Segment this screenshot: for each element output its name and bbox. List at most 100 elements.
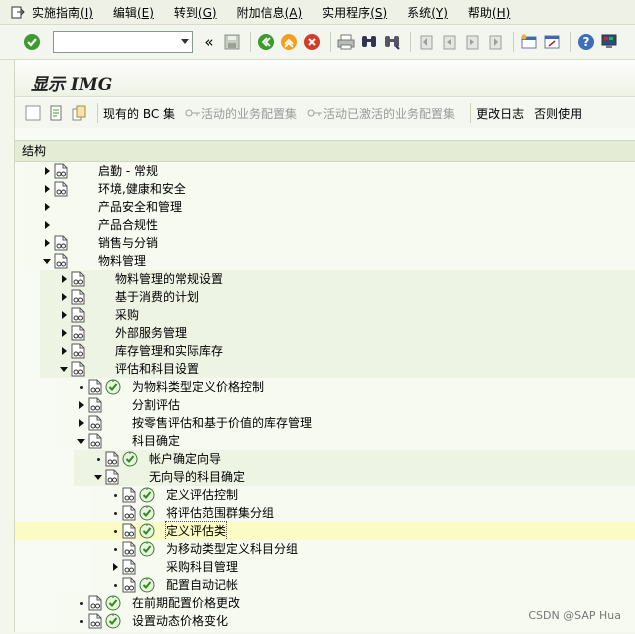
menu-help[interactable]: 帮助(H) <box>468 4 510 21</box>
tree-node[interactable]: 物料管理的常规设置 <box>15 270 635 288</box>
new-session-icon[interactable] <box>519 32 539 52</box>
documentation-icon[interactable] <box>88 379 102 395</box>
documentation-icon[interactable] <box>88 415 102 431</box>
tree-node[interactable]: 采购科目管理 <box>15 558 635 576</box>
documentation-icon[interactable] <box>54 163 68 179</box>
collapse-icon[interactable]: « <box>199 32 219 52</box>
execute-clock-icon[interactable] <box>105 613 121 629</box>
execute-clock-icon[interactable] <box>122 451 138 467</box>
tree-node-label[interactable]: 销售与分销 <box>98 234 158 252</box>
documentation-icon[interactable] <box>105 451 119 467</box>
collapse-arrow-icon[interactable] <box>42 252 52 270</box>
expand-arrow-icon[interactable] <box>59 342 69 360</box>
expand-arrow-icon[interactable] <box>59 270 69 288</box>
tree-node-label[interactable]: 采购 <box>115 306 139 324</box>
menu-extras[interactable]: 附加信息(A) <box>237 4 303 21</box>
documentation-icon[interactable] <box>122 523 136 539</box>
documentation-icon[interactable] <box>54 253 68 269</box>
execute-clock-icon[interactable] <box>105 379 121 395</box>
tree-node-label[interactable]: 按零售评估和基于价值的库存管理 <box>132 414 312 432</box>
tree-node-label[interactable]: 无向导的科目确定 <box>149 468 245 486</box>
documentation-icon[interactable] <box>105 469 119 485</box>
expand-arrow-icon[interactable] <box>76 414 86 432</box>
tree-node-label[interactable]: 启勤 - 常规 <box>98 162 158 180</box>
collapse-arrow-icon[interactable] <box>59 360 69 378</box>
tree-node-label[interactable]: 采购科目管理 <box>166 558 238 576</box>
help-icon[interactable]: ? <box>576 32 596 52</box>
expand-arrow-icon[interactable] <box>59 306 69 324</box>
documentation-icon[interactable] <box>71 361 85 377</box>
tree-node[interactable]: 科目确定 <box>15 432 635 450</box>
expand-arrow-icon[interactable] <box>42 216 52 234</box>
enter-checkmark-icon[interactable] <box>22 32 42 52</box>
tree-node[interactable]: 环境,健康和安全 <box>15 180 635 198</box>
tree-node[interactable]: 产品安全和管理 <box>15 198 635 216</box>
tree-node-label[interactable]: 环境,健康和安全 <box>98 180 186 198</box>
find-icon[interactable] <box>359 32 379 52</box>
expand-arrow-icon[interactable] <box>59 324 69 342</box>
tree-node-label[interactable]: 物料管理的常规设置 <box>115 270 223 288</box>
expand-arrow-icon[interactable] <box>42 180 52 198</box>
exit-icon[interactable] <box>279 32 299 52</box>
command-input[interactable] <box>54 32 178 50</box>
tree-node[interactable]: 将评估范围群集分组 <box>15 504 635 522</box>
tree-node-label[interactable]: 帐户确定向导 <box>149 450 221 468</box>
tree-node[interactable]: 无向导的科目确定 <box>15 468 635 486</box>
where-used-icon[interactable] <box>46 103 66 123</box>
tree-node-label[interactable]: 外部服务管理 <box>115 324 187 342</box>
next-page-icon[interactable] <box>462 32 482 52</box>
documentation-icon[interactable] <box>88 613 102 629</box>
expand-arrow-icon[interactable] <box>42 198 52 216</box>
shortcut-icon[interactable] <box>542 32 562 52</box>
tree-node[interactable]: 采购 <box>15 306 635 324</box>
active-bc-sets-button[interactable]: 活动的业务配置集 <box>185 105 297 122</box>
menu-system[interactable]: 系统(Y) <box>407 4 448 21</box>
documentation-icon[interactable] <box>71 271 85 287</box>
change-log-button[interactable]: 更改日志 <box>476 105 524 122</box>
tree-node[interactable]: 库存管理和实际库存 <box>15 342 635 360</box>
tree-node[interactable]: 为移动类型定义科目分组 <box>15 540 635 558</box>
tree-node-label[interactable]: 科目确定 <box>132 432 180 450</box>
documentation-icon[interactable] <box>122 577 136 593</box>
tree-node[interactable]: 帐户确定向导 <box>15 450 635 468</box>
menu-goto[interactable]: 转到(G) <box>174 4 217 21</box>
menu-implementation-guide[interactable]: 实施指南(I) <box>32 4 93 21</box>
tree-node-label[interactable]: 在前期配置价格更改 <box>132 594 240 612</box>
documentation-icon[interactable] <box>88 433 102 449</box>
execute-clock-icon[interactable] <box>139 523 155 539</box>
cancel-icon[interactable] <box>302 32 322 52</box>
tree-node-label[interactable]: 评估和科目设置 <box>115 360 199 378</box>
tree-node[interactable]: 定义评估类 <box>15 521 635 541</box>
documentation-icon[interactable] <box>88 595 102 611</box>
tree-node-label[interactable]: 物料管理 <box>98 252 146 270</box>
documentation-icon[interactable] <box>71 325 85 341</box>
checkbox-icon[interactable] <box>23 103 43 123</box>
tree-node-label[interactable]: 分割评估 <box>132 396 180 414</box>
documentation-icon[interactable] <box>54 181 68 197</box>
tree-node-label[interactable]: 基于消费的计划 <box>115 288 199 306</box>
expand-arrow-icon[interactable] <box>110 558 120 576</box>
tree-node[interactable]: 配置自动记帐 <box>15 576 635 594</box>
tree-node[interactable]: 为物料类型定义价格控制 <box>15 378 635 396</box>
collapse-arrow-icon[interactable] <box>93 468 103 486</box>
execute-clock-icon[interactable] <box>139 577 155 593</box>
last-page-icon[interactable] <box>485 32 505 52</box>
documentation-icon[interactable] <box>71 343 85 359</box>
documentation-icon[interactable] <box>122 559 136 575</box>
tree-node[interactable]: 启勤 - 常规 <box>15 162 635 180</box>
tree-node[interactable]: 产品合规性 <box>15 216 635 234</box>
tree-node-label[interactable]: 设置动态价格变化 <box>132 612 228 630</box>
execute-clock-icon[interactable] <box>105 595 121 611</box>
documentation-icon[interactable] <box>54 235 68 251</box>
customize-layout-icon[interactable] <box>599 32 619 52</box>
release-notes-button[interactable]: 否则使用 <box>534 105 582 122</box>
chevron-down-icon[interactable] <box>181 39 189 44</box>
documentation-icon[interactable] <box>71 307 85 323</box>
documentation-icon[interactable] <box>122 541 136 557</box>
tree-node-label[interactable]: 库存管理和实际库存 <box>115 342 223 360</box>
expand-arrow-icon[interactable] <box>42 162 52 180</box>
tree-node[interactable]: 外部服务管理 <box>15 324 635 342</box>
tree-node-label[interactable]: 将评估范围群集分组 <box>166 504 274 522</box>
tree-node[interactable]: 评估和科目设置 <box>15 360 635 378</box>
execute-clock-icon[interactable] <box>139 505 155 521</box>
